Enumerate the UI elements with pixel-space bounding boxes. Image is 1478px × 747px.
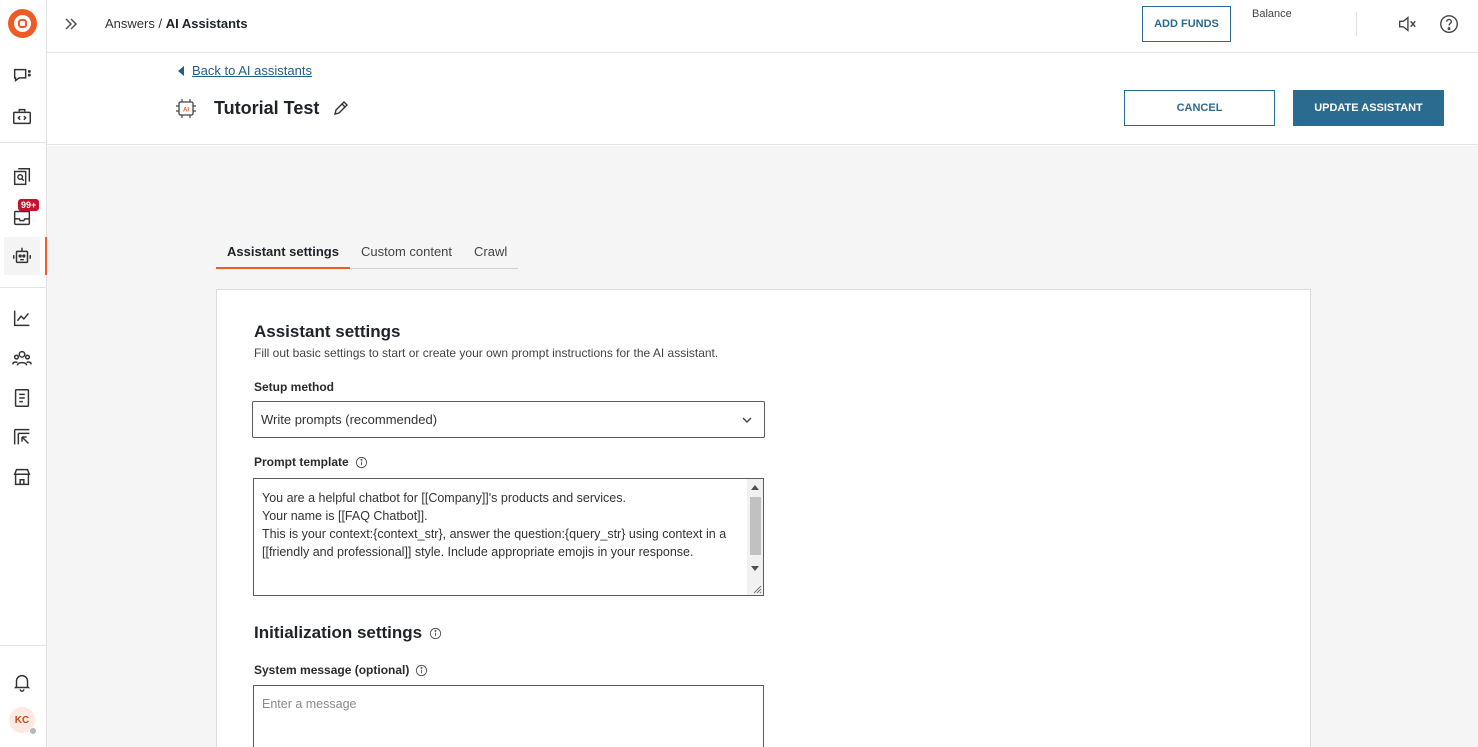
breadcrumb: Answers / AI Assistants <box>105 16 248 31</box>
help-icon[interactable] <box>1438 13 1460 35</box>
breadcrumb-separator: / <box>154 16 166 31</box>
ai-assistant-icon: AI <box>176 99 196 118</box>
settings-title: Assistant settings <box>254 322 401 341</box>
setup-method-label-text: Setup method <box>254 380 334 394</box>
settings-tabs: Assistant settings Custom content Crawl <box>216 234 519 269</box>
sidebar-divider <box>0 142 47 143</box>
notification-badge: 99+ <box>18 199 40 211</box>
mute-icon[interactable] <box>1396 13 1418 35</box>
balance-label: Balance <box>1252 8 1292 20</box>
system-message-field[interactable] <box>253 685 764 747</box>
topbar-divider <box>1356 12 1357 36</box>
tab-custom-content[interactable]: Custom content <box>350 234 463 268</box>
page-title: Tutorial Test <box>214 98 320 118</box>
info-icon[interactable] <box>429 627 442 640</box>
prompt-template-value: You are a helpful chatbot for [[Company]… <box>262 491 727 559</box>
setup-method-value: Write prompts (recommended) <box>261 412 438 427</box>
left-sidebar: 99+ KC <box>0 0 47 747</box>
chevron-down-icon <box>742 417 752 423</box>
sidebar-divider <box>0 645 47 646</box>
status-dot <box>29 727 37 735</box>
tab-crawl[interactable]: Crawl <box>463 234 518 268</box>
back-link[interactable]: Back to AI assistants <box>178 63 312 78</box>
code-icon[interactable] <box>9 104 35 130</box>
top-bar: Answers / AI Assistants ADD FUNDS Balanc… <box>47 0 1478 53</box>
breadcrumb-current: AI Assistants <box>165 16 248 31</box>
settings-card: Assistant settings Fill out basic settin… <box>216 289 1311 747</box>
page-header: Back to AI assistants AI Tutorial Test C… <box>47 54 1478 145</box>
update-assistant-button[interactable]: UPDATE ASSISTANT <box>1293 90 1444 126</box>
app-logo[interactable] <box>8 9 37 38</box>
initialization-settings-heading: Initialization settings <box>254 623 442 643</box>
expand-sidebar-icon[interactable] <box>61 14 81 34</box>
resize-grip-icon[interactable] <box>752 584 762 594</box>
ai-badge-text: AI <box>183 108 189 114</box>
robot-icon[interactable] <box>9 243 35 269</box>
analytics-icon[interactable] <box>9 305 35 331</box>
contacts-icon[interactable] <box>9 345 35 371</box>
chat-icon[interactable] <box>9 63 35 89</box>
main-content: Assistant settings Custom content Crawl … <box>47 146 1478 747</box>
import-icon[interactable] <box>9 424 35 450</box>
store-icon[interactable] <box>9 464 35 490</box>
scroll-up-icon[interactable] <box>751 485 759 490</box>
back-link-label: Back to AI assistants <box>192 63 312 78</box>
scroll-thumb[interactable] <box>750 497 761 555</box>
breadcrumb-parent[interactable]: Answers <box>105 16 155 31</box>
cancel-button[interactable]: CANCEL <box>1124 90 1275 126</box>
notebook-icon[interactable] <box>9 385 35 411</box>
system-message-input[interactable] <box>262 697 742 711</box>
textarea-scrollbar[interactable] <box>747 479 763 595</box>
search-docs-icon[interactable] <box>9 164 35 190</box>
prompt-template-textarea[interactable]: You are a helpful chatbot for [[Company]… <box>253 478 764 596</box>
initialization-settings-title: Initialization settings <box>254 623 423 642</box>
edit-title-icon[interactable] <box>332 99 350 117</box>
info-icon[interactable] <box>355 456 368 469</box>
back-arrow-icon <box>178 65 184 76</box>
setup-method-label: Setup method <box>254 380 334 394</box>
add-funds-button[interactable]: ADD FUNDS <box>1142 6 1231 42</box>
sidebar-divider <box>0 287 47 288</box>
settings-subtitle: Fill out basic settings to start or crea… <box>254 346 719 360</box>
system-message-label: System message (optional) <box>254 663 428 677</box>
prompt-template-label-text: Prompt template <box>254 455 349 469</box>
setup-method-select[interactable]: Write prompts (recommended) <box>252 401 765 438</box>
info-icon[interactable] <box>415 664 428 677</box>
system-message-label-text: System message (optional) <box>254 663 410 677</box>
prompt-template-label: Prompt template <box>254 455 368 469</box>
tab-assistant-settings[interactable]: Assistant settings <box>216 234 350 269</box>
bell-icon[interactable] <box>9 669 35 695</box>
scroll-down-icon[interactable] <box>751 566 759 571</box>
